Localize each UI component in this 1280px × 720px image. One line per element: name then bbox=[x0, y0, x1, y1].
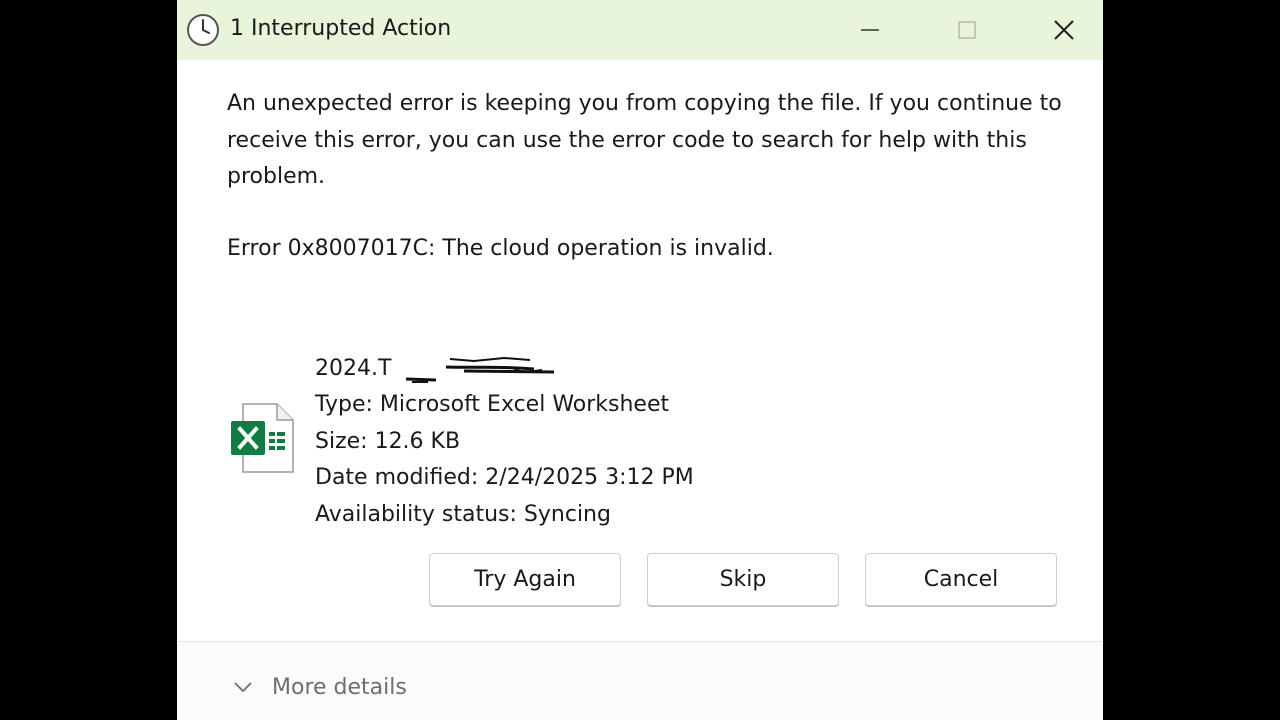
redaction-scribble bbox=[405, 356, 555, 383]
minimize-button[interactable] bbox=[847, 8, 893, 52]
close-button[interactable] bbox=[1041, 8, 1087, 52]
close-icon bbox=[1054, 20, 1074, 40]
more-details-toggle[interactable]: More details bbox=[232, 672, 407, 702]
error-message: An unexpected error is keeping you from … bbox=[227, 91, 1062, 189]
more-details-label: More details bbox=[272, 674, 407, 700]
minimize-icon bbox=[861, 29, 879, 31]
title-bar[interactable]: 1 Interrupted Action bbox=[177, 0, 1103, 60]
skip-button[interactable]: Skip bbox=[647, 553, 839, 606]
error-code-text: Error 0x8007017C: The cloud operation is… bbox=[227, 236, 774, 261]
file-size: Size: 12.6 KB bbox=[315, 428, 461, 454]
try-again-button[interactable]: Try Again bbox=[429, 553, 621, 606]
file-date-modified: Date modified: 2/24/2025 3:12 PM bbox=[315, 465, 694, 491]
window-title: 1 Interrupted Action bbox=[230, 16, 452, 41]
maximize-icon bbox=[958, 21, 976, 39]
excel-file-icon bbox=[231, 403, 294, 473]
chevron-down-icon bbox=[234, 682, 252, 693]
file-type: Type: Microsoft Excel Worksheet bbox=[315, 392, 670, 418]
maximize-button[interactable] bbox=[944, 8, 990, 52]
interrupted-action-dialog: 1 Interrupted Action An unexpected error… bbox=[177, 0, 1103, 720]
dialog-footer: More details bbox=[177, 642, 1103, 720]
clock-icon bbox=[187, 14, 219, 46]
file-availability-status: Availability status: Syncing bbox=[315, 501, 611, 527]
cancel-button[interactable]: Cancel bbox=[865, 553, 1057, 606]
